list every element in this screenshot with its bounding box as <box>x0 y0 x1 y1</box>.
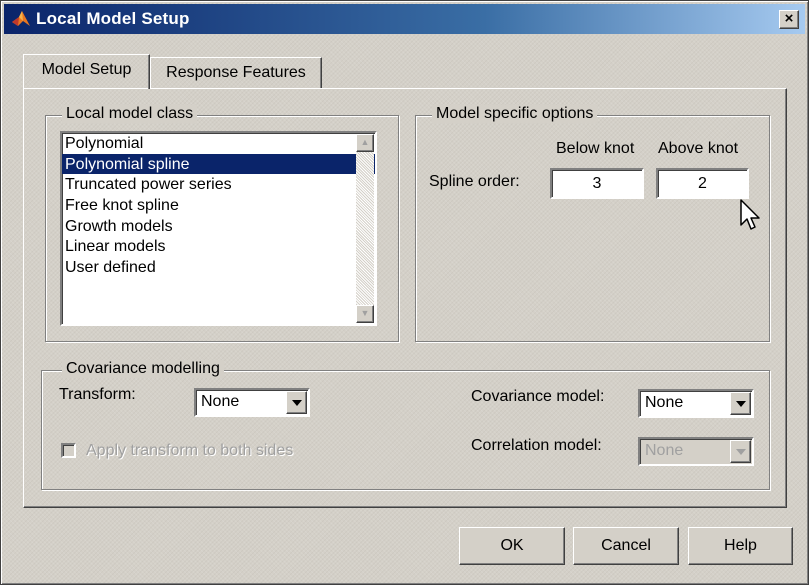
list-item[interactable]: Growth models <box>62 216 375 237</box>
apply-transform-label: Apply transform to both sides <box>86 442 294 459</box>
covariance-model-dropdown[interactable]: None <box>638 389 754 418</box>
list-item[interactable]: Truncated power series <box>62 174 375 195</box>
correlation-model-dropdown[interactable]: None <box>638 437 754 466</box>
ok-button[interactable]: OK <box>459 527 565 565</box>
transform-value: None <box>201 393 240 410</box>
chevron-down-icon[interactable] <box>730 440 751 463</box>
group-legend: Covariance modelling <box>62 360 224 378</box>
transform-dropdown[interactable]: None <box>194 388 310 417</box>
list-scrollbar[interactable]: ▲ ▼ <box>356 134 374 323</box>
scroll-down-icon[interactable]: ▼ <box>356 305 374 323</box>
group-legend: Local model class <box>62 105 198 123</box>
below-knot-order-input[interactable]: 3 <box>550 168 644 199</box>
list-item[interactable]: Linear models <box>62 236 375 257</box>
group-legend: Model specific options <box>432 105 598 123</box>
spline-order-label: Spline order: <box>429 173 520 190</box>
cancel-button[interactable]: Cancel <box>573 527 679 565</box>
matlab-logo-icon <box>12 11 30 26</box>
list-item[interactable]: Free knot spline <box>62 195 375 216</box>
list-item[interactable]: User defined <box>62 257 375 278</box>
local-model-class-list[interactable]: Polynomial Polynomial spline Truncated p… <box>60 131 377 326</box>
covariance-model-label: Covariance model: <box>471 388 605 405</box>
chevron-down-icon[interactable] <box>730 392 751 415</box>
above-knot-label: Above knot <box>658 140 739 157</box>
below-knot-label: Below knot <box>556 140 635 157</box>
covariance-modelling-group: Covariance modelling <box>41 360 770 490</box>
correlation-model-value: None <box>645 442 684 459</box>
tab-label: Response Features <box>166 64 306 81</box>
covariance-model-value: None <box>645 394 684 411</box>
list-item[interactable]: Polynomial spline <box>62 153 375 175</box>
window-title: Local Model Setup <box>36 9 190 28</box>
tab-response-features[interactable]: Response Features <box>150 57 322 89</box>
local-model-setup-window: Local Model Setup × Model Setup Response… <box>0 0 809 585</box>
tab-label: Model Setup <box>41 61 132 78</box>
close-icon[interactable]: × <box>779 10 799 29</box>
title-bar[interactable]: Local Model Setup × <box>4 4 805 34</box>
mouse-pointer-icon <box>740 199 760 230</box>
tab-model-setup[interactable]: Model Setup <box>23 54 150 89</box>
correlation-model-label: Correlation model: <box>471 437 602 454</box>
apply-transform-checkbox[interactable] <box>61 443 76 458</box>
list-item[interactable]: Polynomial <box>62 133 375 154</box>
help-button[interactable]: Help <box>688 527 793 565</box>
transform-label: Transform: <box>59 386 136 403</box>
above-knot-order-input[interactable]: 2 <box>656 168 749 199</box>
chevron-down-icon[interactable] <box>286 391 307 414</box>
scroll-up-icon[interactable]: ▲ <box>356 134 374 152</box>
